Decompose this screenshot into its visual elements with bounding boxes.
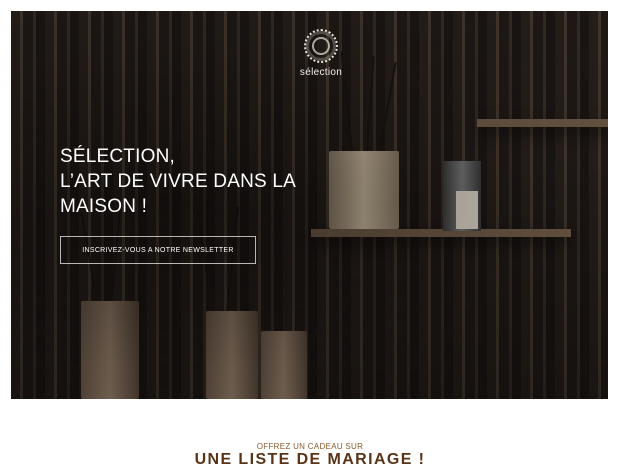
brand-logo[interactable]: sélection: [281, 29, 361, 78]
brand-name: sélection: [299, 67, 343, 78]
headline-line: L’ART DE VIVRE DANS LA: [60, 171, 297, 192]
promo-subtitle: OFFREZ UN CADEAU SUR: [256, 442, 364, 451]
dotted-circle-logo-icon: [304, 29, 338, 63]
newsletter-signup-button[interactable]: INSCRIVEZ-VOUS A NOTRE NEWSLETTER: [60, 236, 256, 264]
headline-line: SÉLECTION,: [60, 146, 175, 167]
headline-line: MAISON !: [60, 196, 148, 217]
hero-headline: SÉLECTION, L’ART DE VIVRE DANS LA MAISON…: [60, 144, 296, 219]
promo-title: UNE LISTE DE MARIAGE !: [194, 451, 426, 468]
